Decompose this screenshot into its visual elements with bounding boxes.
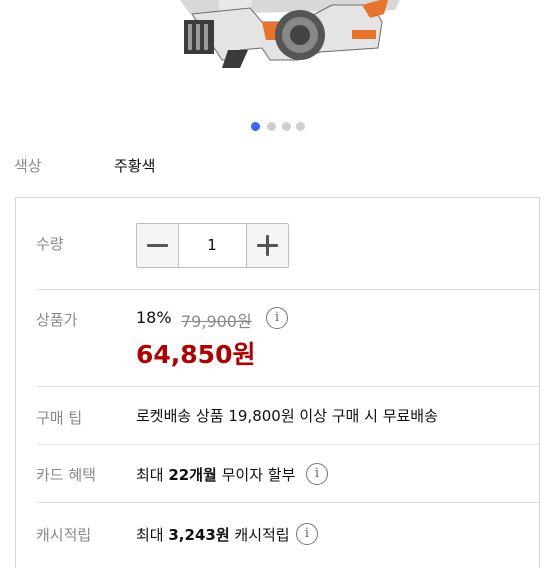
sale-price: 64,850원 [136, 340, 256, 369]
color-value[interactable]: 주황색 [114, 155, 155, 176]
quantity-input[interactable]: 1 [179, 224, 245, 267]
divider [37, 502, 540, 503]
option-panel: 수량 1 상품가 18% 79,900원 i 64,850원 구매 팁 로켓배송… [15, 197, 540, 568]
color-option-row: 색상 주황색 [0, 155, 555, 179]
card-benefit-info-icon[interactable]: i [306, 463, 328, 485]
carousel-dot-4[interactable] [296, 122, 305, 131]
purchase-tip-text: 로켓배송 상품 19,800원 이상 구매 시 무료배송 [136, 407, 438, 425]
card-benefit-label: 카드 혜택 [36, 466, 96, 484]
divider [37, 444, 540, 445]
divider [37, 386, 540, 387]
card-benefit-text: 최대 22개월 무이자 할부 [136, 464, 295, 485]
quantity-stepper: 1 [136, 223, 289, 268]
quantity-minus-button[interactable] [137, 224, 179, 267]
card-benefit-prefix: 최대 [136, 466, 169, 484]
price-info-icon[interactable]: i [266, 307, 288, 329]
cash-reward-prefix: 최대 [136, 526, 169, 544]
divider [37, 289, 540, 290]
cash-reward-text: 최대 3,243원 캐시적립 [136, 524, 290, 545]
color-label: 색상 [14, 157, 42, 175]
carousel-dot-2[interactable] [267, 122, 276, 131]
quantity-plus-button[interactable] [246, 224, 288, 267]
card-benefit-months: 22개월 [168, 466, 217, 484]
quantity-label: 수량 [36, 235, 64, 253]
price-label: 상품가 [36, 311, 78, 329]
cash-reward-label: 캐시적립 [36, 526, 92, 544]
purchase-tip-label: 구매 팁 [36, 409, 83, 427]
cash-reward-amount: 3,243원 [168, 526, 230, 544]
discount-rate: 18% [136, 308, 172, 327]
carousel-dot-3[interactable] [282, 122, 291, 131]
image-carousel-dots [0, 122, 555, 132]
cash-reward-info-icon[interactable]: i [296, 523, 318, 545]
carousel-dot-1[interactable] [251, 122, 260, 131]
product-image[interactable] [0, 0, 555, 105]
minus-icon [147, 244, 168, 247]
product-photo [180, 0, 400, 68]
original-price: 79,900원 [181, 312, 252, 331]
card-benefit-suffix: 무이자 할부 [216, 466, 296, 484]
cash-reward-suffix: 캐시적립 [229, 526, 290, 544]
